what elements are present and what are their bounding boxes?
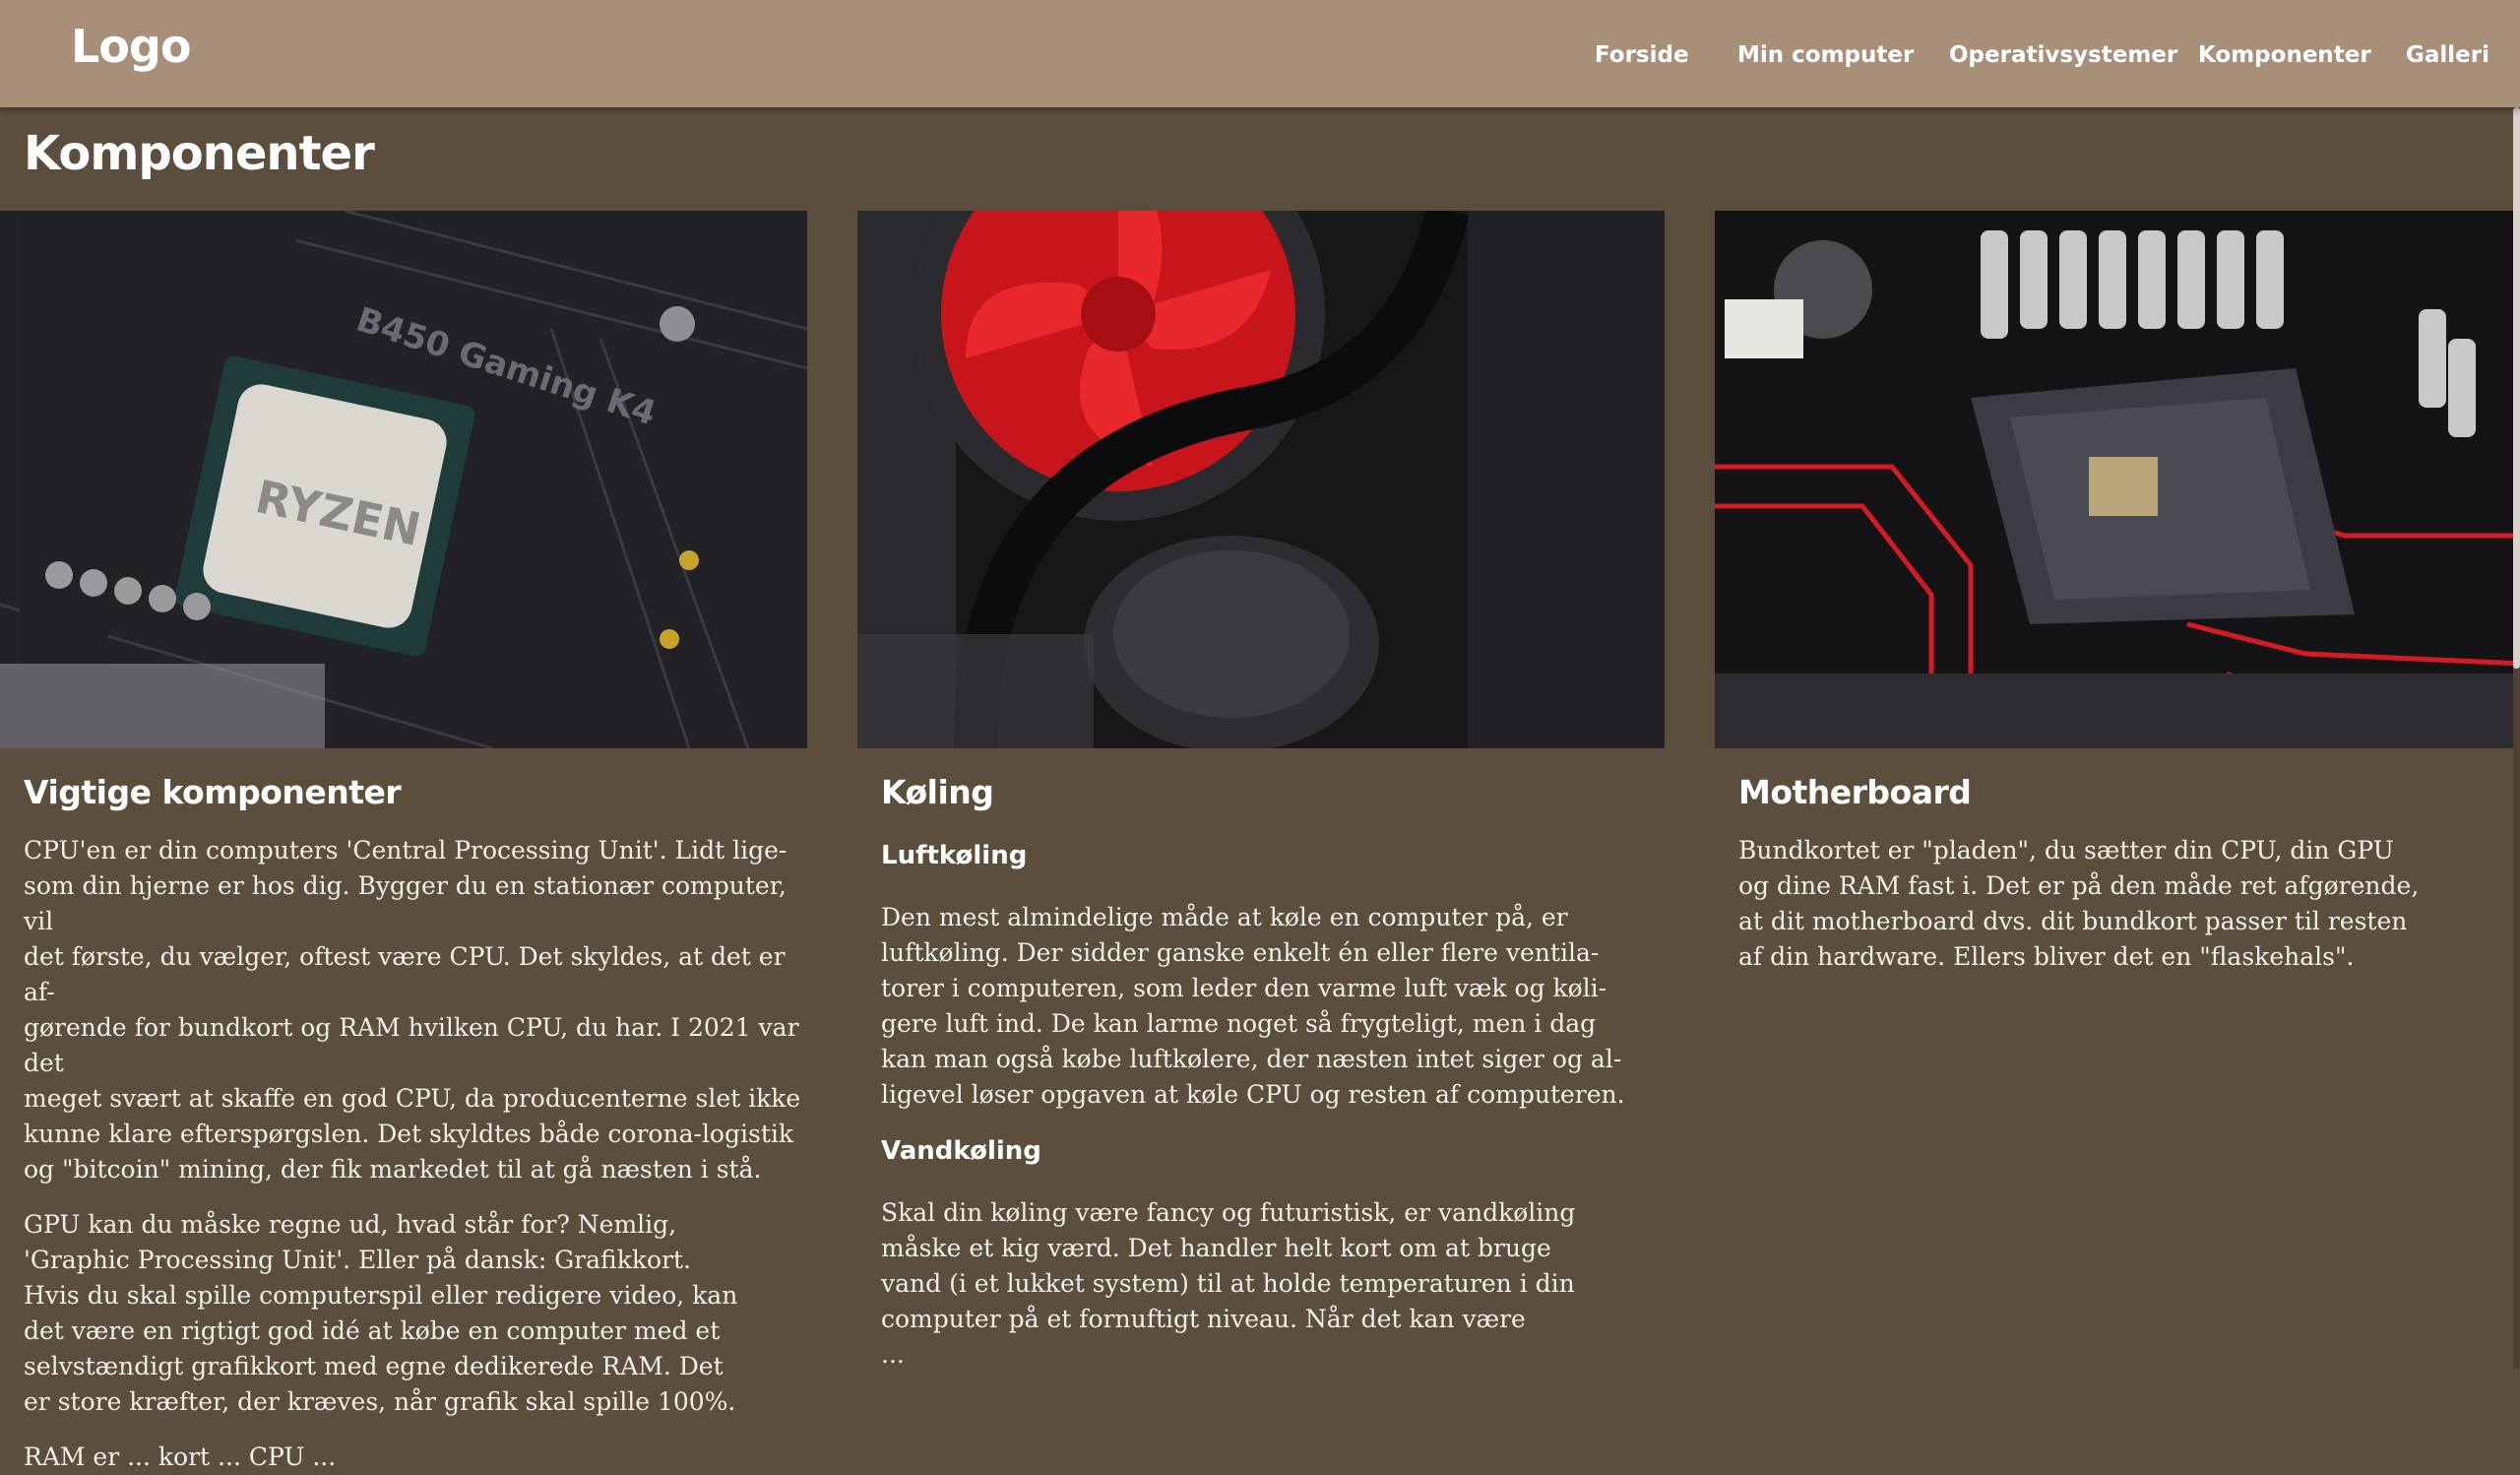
nav-item-galleri[interactable]: Galleri (2406, 42, 2489, 68)
page-title: Komponenter (24, 126, 375, 181)
card-heading: Vigtige komponenter (24, 773, 402, 811)
card-paragraph: GPU kan du måske regne ud, hvad står for… (24, 1210, 738, 1416)
cpu-motherboard-image: RYZEN B450 Gaming K4 (0, 211, 807, 748)
card-paragraph: Skal din køling være fancy og futuristis… (881, 1198, 1576, 1369)
nav-item-min-computer[interactable]: Min computer (1737, 42, 1914, 68)
card-vigtige-komponenter: Vigtige komponenter CPU'en er din comput… (24, 773, 811, 1475)
card-paragraph: RAM er ... kort ... CPU ... (24, 1443, 337, 1471)
nav-item-operativsystemer[interactable]: Operativsystemer (1949, 42, 2177, 68)
cooling-fan-image (857, 211, 1665, 748)
nav-item-komponenter[interactable]: Komponenter (2198, 42, 2371, 68)
nav-item-forside[interactable]: Forside (1595, 42, 1689, 68)
card-heading: Motherboard (1738, 773, 1972, 811)
card-subheading: Vandkøling (881, 1136, 1041, 1166)
card-paragraph: Den mest almindelige måde at køle en com… (881, 903, 1625, 1109)
card-paragraph: CPU'en er din computers 'Central Process… (24, 836, 801, 1184)
logo[interactable]: Logo (71, 20, 191, 73)
motherboard-socket-image (1715, 211, 2520, 748)
card-motherboard: Motherboard Bundkortet er "pladen", du s… (1738, 773, 2487, 975)
scrollbar-thumb[interactable] (2513, 107, 2520, 669)
card-heading: Køling (881, 773, 994, 811)
card-koling: Køling Luftkøling Den mest almindelige m… (881, 773, 1669, 1373)
card-subheading: Luftkøling (881, 841, 1028, 870)
site-header: Logo Forside Min computer Operativsystem… (0, 0, 2520, 107)
card-paragraph: Bundkortet er "pladen", du sætter din CP… (1738, 836, 2420, 971)
page-scrollbar[interactable] (2513, 107, 2520, 1369)
